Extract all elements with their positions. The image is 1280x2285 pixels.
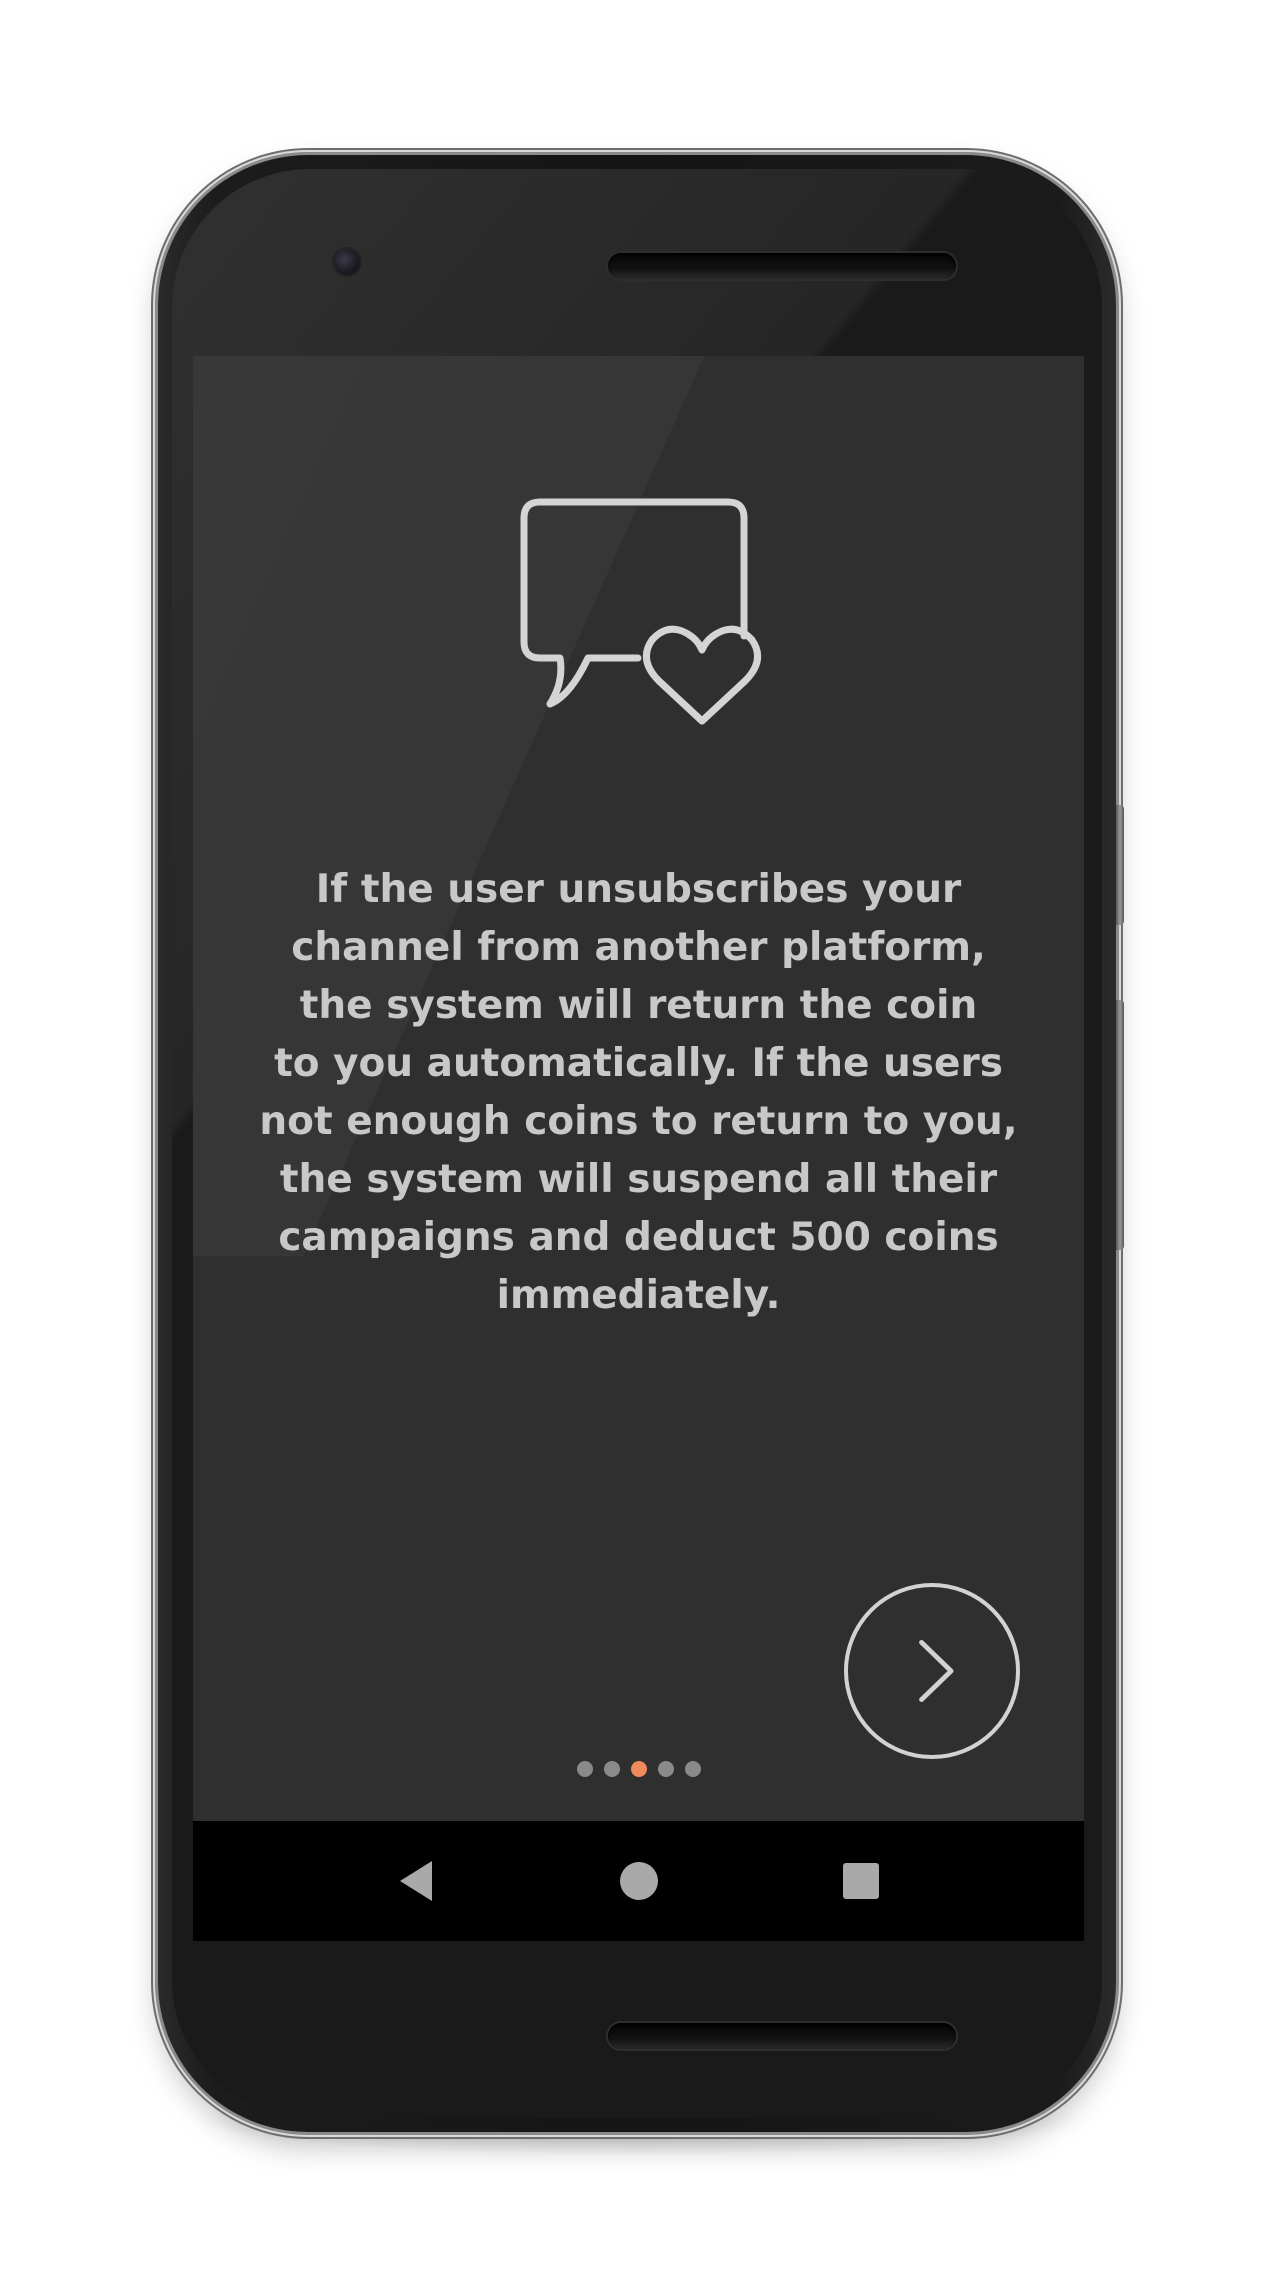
back-button[interactable] <box>356 1821 476 1941</box>
app-screen: If the user unsubscribes your channel fr… <box>193 356 1084 1821</box>
page-dot-3-active[interactable] <box>630 1761 647 1777</box>
chevron-right-icon <box>919 1639 954 1703</box>
recents-button[interactable] <box>801 1821 921 1941</box>
page-dot-1[interactable] <box>576 1761 593 1777</box>
device-mockup-stage: If the user unsubscribes your channel fr… <box>0 0 1280 2285</box>
page-dot-5[interactable] <box>684 1761 701 1777</box>
chat-bubble-heart-icon <box>520 498 762 725</box>
page-dot-4[interactable] <box>657 1761 674 1777</box>
power-button <box>1116 805 1124 925</box>
home-button[interactable] <box>579 1821 699 1941</box>
back-triangle-icon <box>400 1861 432 1901</box>
volume-rocker <box>1116 1000 1124 1250</box>
page-dot-2[interactable] <box>603 1761 620 1777</box>
recents-square-icon <box>843 1863 879 1899</box>
home-circle-icon <box>620 1862 658 1900</box>
next-button[interactable] <box>844 1583 1020 1759</box>
onboarding-page: If the user unsubscribes your channel fr… <box>193 356 1084 1821</box>
android-navigation-bar <box>193 1821 1084 1941</box>
page-indicator <box>193 1761 1084 1777</box>
bottom-speaker-grille <box>608 2023 956 2049</box>
top-speaker-grille <box>608 253 956 279</box>
onboarding-message: If the user unsubscribes your channel fr… <box>259 867 1018 1318</box>
front-camera <box>334 249 360 275</box>
